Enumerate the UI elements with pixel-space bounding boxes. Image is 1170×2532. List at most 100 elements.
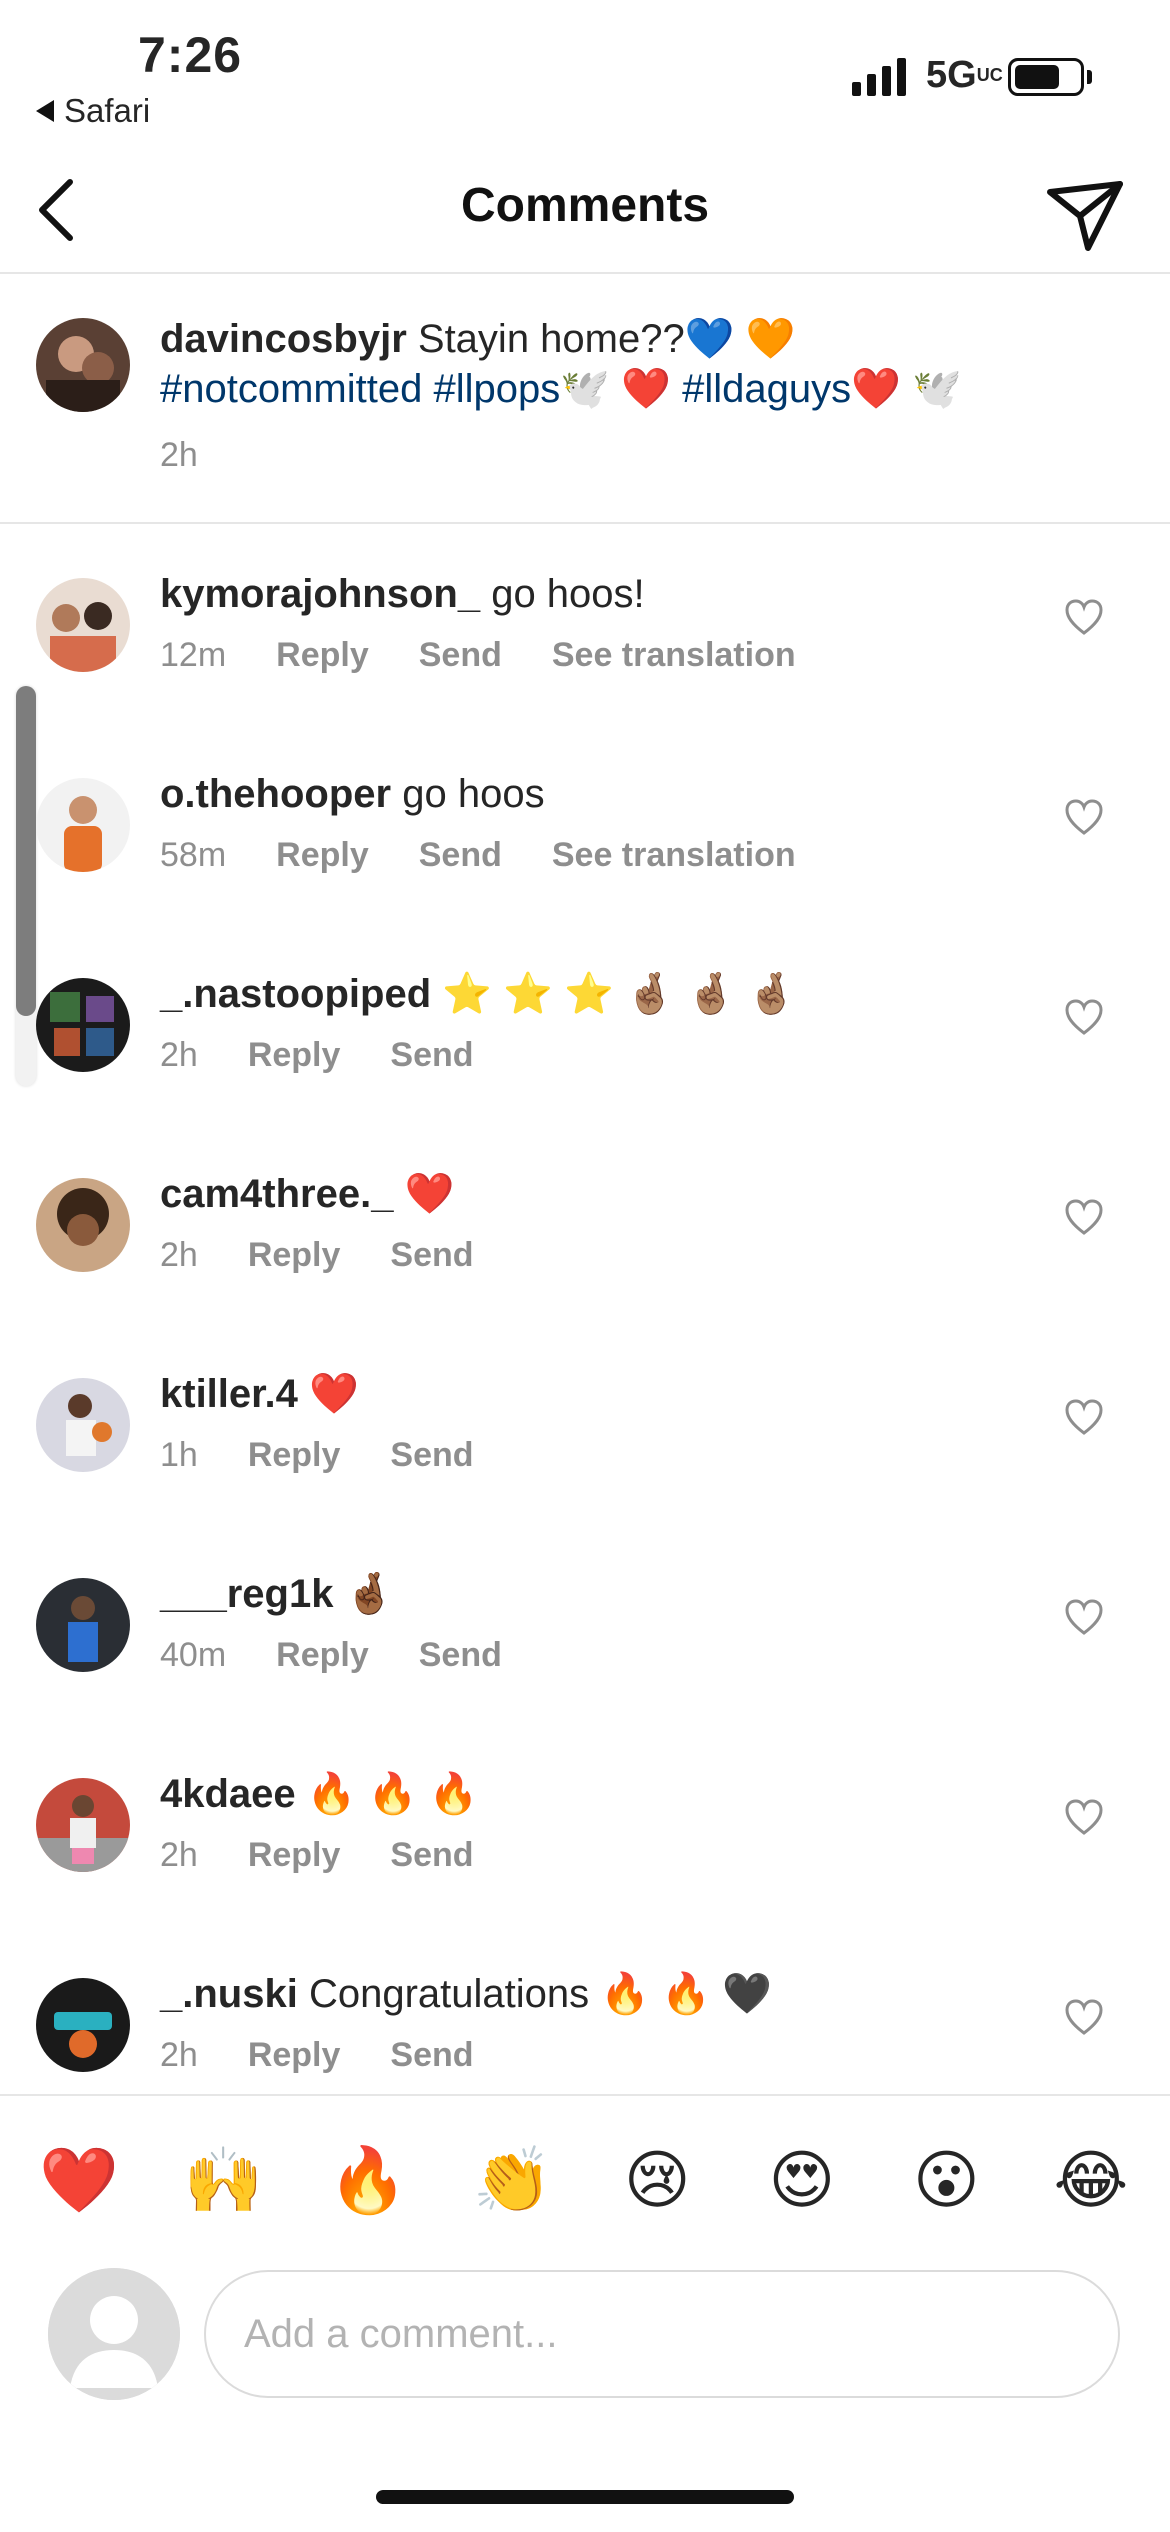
avatar[interactable] — [36, 1378, 130, 1472]
emoji-surprised-button[interactable]: 😮 — [905, 2140, 987, 2220]
comment-item: cam4three._ ❤️ 2h Reply Send — [0, 1152, 1170, 1352]
send-button[interactable]: Send — [419, 1636, 502, 1675]
reply-button[interactable]: Reply — [276, 1636, 369, 1675]
hashtag-link[interactable]: #lldaguys — [682, 367, 851, 411]
avatar[interactable] — [36, 1978, 130, 2072]
send-button[interactable]: Send — [390, 1036, 473, 1075]
comment-username[interactable]: cam4three._ — [160, 1172, 393, 1216]
signal-icon — [852, 56, 906, 96]
avatar[interactable] — [36, 978, 130, 1072]
post-caption: davincosbyjr Stayin home??💙 🧡 #notcommit… — [0, 276, 1170, 524]
home-indicator[interactable] — [376, 2490, 794, 2504]
header: Comments — [0, 150, 1170, 274]
comment-username[interactable]: o.thehooper — [160, 772, 391, 816]
comment-timestamp: 2h — [160, 1036, 198, 1074]
comment-meta: 12m Reply Send See translation — [160, 636, 796, 675]
reply-button[interactable]: Reply — [248, 1036, 341, 1075]
avatar[interactable] — [36, 1778, 130, 1872]
emoji-clap-button[interactable]: 👏 — [472, 2140, 554, 2220]
heart-outline-icon[interactable] — [1064, 1998, 1104, 2036]
emoji-heart-button[interactable]: ❤️ — [38, 2140, 120, 2220]
comment-item: _.nastoopiped ⭐ ⭐ ⭐ 🤞🏽 🤞🏽 🤞🏽 2h Reply Se… — [0, 952, 1170, 1152]
caption-emojis: 💙 🧡 — [684, 317, 796, 361]
caption-emojis: ❤️ 🕊️ — [851, 367, 962, 411]
emoji-heart-eyes-button[interactable]: 😍 — [761, 2140, 843, 2220]
caption-username[interactable]: davincosbyjr — [160, 317, 407, 361]
hashtag-link[interactable]: #notcommitted — [160, 367, 422, 411]
comment-meta: 2h Reply Send — [160, 1236, 474, 1275]
comment-text: _.nuski Congratulations 🔥 🔥 🖤 — [160, 1972, 772, 2016]
emoji-raised-hands-button[interactable]: 🙌 — [183, 2140, 265, 2220]
comment-timestamp: 2h — [160, 1236, 198, 1274]
page-title: Comments — [460, 179, 710, 232]
comment-username[interactable]: _.nastoopiped — [160, 972, 431, 1016]
send-button[interactable]: Send — [419, 836, 502, 875]
comment-text: _.nastoopiped ⭐ ⭐ ⭐ 🤞🏽 🤞🏽 🤞🏽 — [160, 972, 797, 1016]
comment-item: o.thehooper go hoos 58m Reply Send See t… — [0, 752, 1170, 952]
heart-outline-icon[interactable] — [1064, 798, 1104, 836]
heart-outline-icon[interactable] — [1064, 1598, 1104, 1636]
comment-meta: 2h Reply Send — [160, 2036, 474, 2075]
back-to-safari[interactable]: Safari — [36, 92, 150, 130]
avatar — [48, 2268, 180, 2400]
reply-button[interactable]: Reply — [248, 1436, 341, 1475]
comment-item: ktiller.4 ❤️ 1h Reply Send — [0, 1352, 1170, 1552]
network-label: 5GUC — [926, 54, 1003, 96]
heart-outline-icon[interactable] — [1064, 998, 1104, 1036]
avatar[interactable] — [36, 778, 130, 872]
emoji-cry-button[interactable]: 😢 — [616, 2140, 698, 2220]
heart-outline-icon[interactable] — [1064, 598, 1104, 636]
comment-username[interactable]: kymorajohnson_ — [160, 572, 480, 616]
reply-button[interactable]: Reply — [248, 2036, 341, 2075]
comment-timestamp: 1h — [160, 1436, 198, 1474]
send-button[interactable]: Send — [419, 636, 502, 675]
caption-timestamp: 2h — [160, 436, 198, 474]
avatar[interactable] — [36, 318, 130, 412]
battery-icon — [1008, 58, 1084, 96]
heart-outline-icon[interactable] — [1064, 1398, 1104, 1436]
comment-text: ___reg1k 🤞🏾 — [160, 1572, 395, 1616]
comment-username[interactable]: _.nuski — [160, 1972, 298, 2016]
comment-meta: 1h Reply Send — [160, 1436, 474, 1475]
reply-button[interactable]: Reply — [276, 636, 369, 675]
comment-username[interactable]: 4kdaee — [160, 1772, 296, 1816]
comment-item: 4kdaee 🔥 🔥 🔥 2h Reply Send — [0, 1752, 1170, 1952]
comment-item: ___reg1k 🤞🏾 40m Reply Send — [0, 1552, 1170, 1752]
send-button[interactable]: Send — [390, 1236, 473, 1275]
comment-username[interactable]: ktiller.4 — [160, 1372, 298, 1416]
hashtag-link[interactable]: #llpops — [433, 367, 560, 411]
avatar[interactable] — [36, 1178, 130, 1272]
reply-button[interactable]: Reply — [276, 836, 369, 875]
comment-timestamp: 58m — [160, 836, 227, 874]
reply-button[interactable]: Reply — [248, 1836, 341, 1875]
comment-text: cam4three._ ❤️ — [160, 1172, 455, 1216]
avatar[interactable] — [36, 1578, 130, 1672]
avatar[interactable] — [36, 578, 130, 672]
comment-timestamp: 40m — [160, 1636, 227, 1674]
comment-text: 4kdaee 🔥 🔥 🔥 — [160, 1772, 479, 1816]
comment-timestamp: 2h — [160, 1836, 198, 1874]
comment-input[interactable] — [204, 2270, 1120, 2398]
status-time: 7:26 — [138, 27, 243, 83]
emoji-fire-button[interactable]: 🔥 — [327, 2140, 409, 2220]
emoji-laugh-button[interactable]: 😂 — [1050, 2140, 1132, 2220]
comment-timestamp: 2h — [160, 2036, 198, 2074]
comment-timestamp: 12m — [160, 636, 227, 674]
heart-outline-icon[interactable] — [1064, 1198, 1104, 1236]
comment-item: _.nuski Congratulations 🔥 🔥 🖤 2h Reply S… — [0, 1952, 1170, 2092]
emoji-quick-bar: ❤️ 🙌 🔥 👏 😢 😍 😮 😂 — [0, 2094, 1170, 2264]
paper-plane-icon[interactable] — [1040, 170, 1130, 260]
see-translation-button[interactable]: See translation — [552, 636, 796, 675]
send-button[interactable]: Send — [390, 1836, 473, 1875]
comment-meta: 58m Reply Send See translation — [160, 836, 796, 875]
see-translation-button[interactable]: See translation — [552, 836, 796, 875]
comment-meta: 40m Reply Send — [160, 1636, 502, 1675]
send-button[interactable]: Send — [390, 2036, 473, 2075]
comment-username[interactable]: ___reg1k — [160, 1572, 333, 1616]
comment-text: o.thehooper go hoos — [160, 772, 545, 816]
comment-composer — [0, 2264, 1170, 2404]
send-button[interactable]: Send — [390, 1436, 473, 1475]
reply-button[interactable]: Reply — [248, 1236, 341, 1275]
comment-item: kymorajohnson_ go hoos! 12m Reply Send S… — [0, 552, 1170, 752]
heart-outline-icon[interactable] — [1064, 1798, 1104, 1836]
